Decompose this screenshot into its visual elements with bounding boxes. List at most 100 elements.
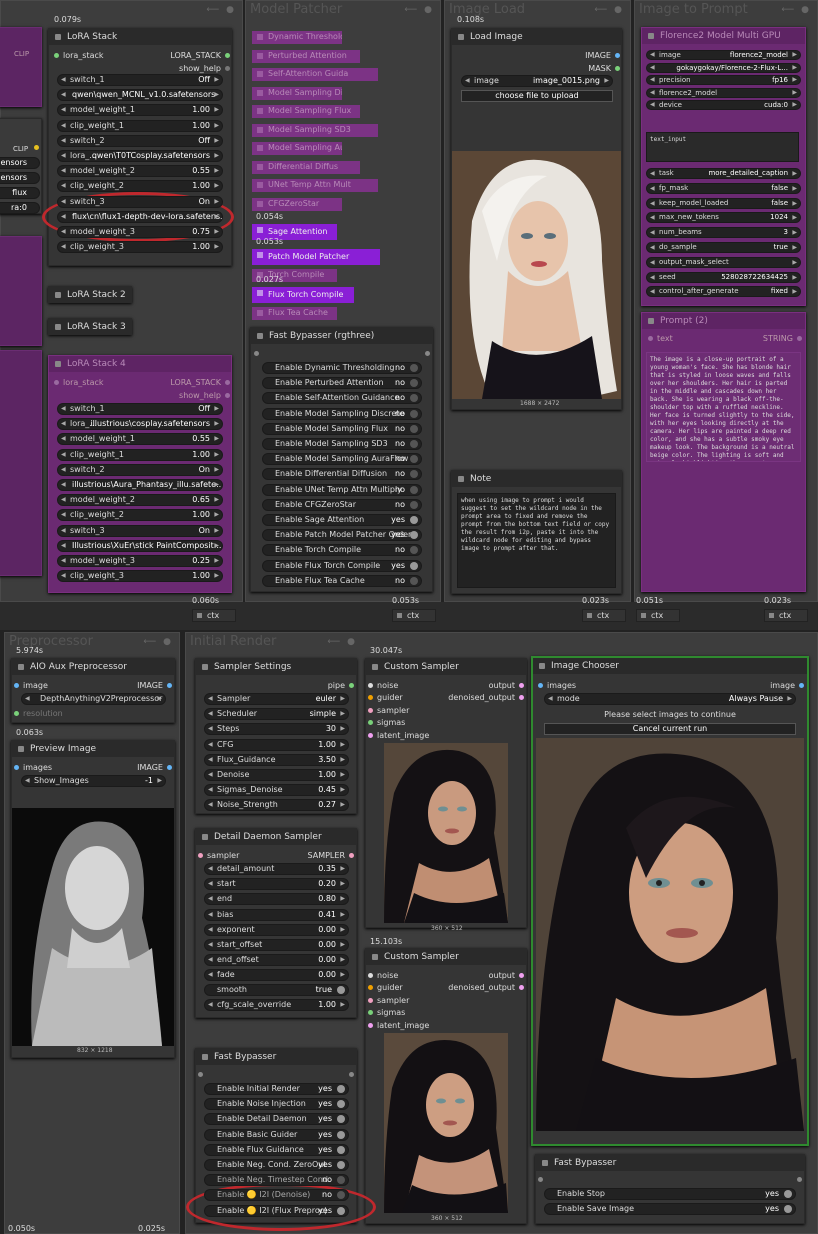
preview-in-images[interactable]: images — [14, 763, 52, 772]
ctx-node-1[interactable]: ctx — [392, 609, 436, 622]
florence-row2-5[interactable]: ◀ do_sample true ▶ — [646, 242, 801, 253]
group-icons[interactable]: ⟵ ● — [143, 637, 173, 647]
cs1-out-0[interactable]: output — [430, 681, 524, 690]
florence-row-2[interactable]: ◀ precision fp16 ▶ — [646, 75, 801, 85]
image-select[interactable]: ◀ image image_0015.png ▶ — [461, 75, 613, 87]
ctx-node-2[interactable]: ctx — [582, 609, 626, 622]
detail-widget-6[interactable]: ◀ end_offset 0.00 ▶ — [204, 954, 349, 967]
lora-stack-show-help[interactable]: show_help — [150, 64, 230, 73]
detail-widget-1[interactable]: ◀ start 0.20 ▶ — [204, 878, 349, 891]
sampler-settings-title[interactable]: Sampler Settings — [196, 659, 356, 675]
lora-widget-2[interactable]: ◀ model_weight_1 1.00 ▶ — [57, 104, 223, 117]
lora4-widget-10[interactable]: ◀ model_weight_3 0.25 ▶ — [57, 555, 223, 567]
lora-stack-output[interactable]: LORA_STACK — [150, 51, 230, 60]
custom-sampler-2-title[interactable]: Custom Sampler — [366, 949, 526, 965]
detail-widget-0[interactable]: ◀ detail_amount 0.35 ▶ — [204, 863, 349, 875]
florence2-title[interactable]: Florence2 Model Multi GPU — [642, 28, 805, 44]
florence-row2-6[interactable]: ◀ output_mask_select ▶ — [646, 256, 801, 268]
mp-bypass-toggle-0[interactable]: Enable Dynamic Thresholding no — [262, 362, 422, 374]
cs1-in-1[interactable]: guider — [368, 693, 403, 702]
cs1-in-2[interactable]: sampler — [368, 706, 409, 715]
cs1-out-1[interactable]: denoised_output — [430, 693, 524, 702]
mp-bypass-toggle-3[interactable]: Enable Model Sampling Discrete no — [262, 407, 422, 420]
lora-widget-0[interactable]: ◀ switch_1 Off ▶ — [57, 74, 223, 86]
chooser-in-images[interactable]: images — [538, 681, 576, 690]
florence-row-3[interactable]: ◀ florence2_model ▶ — [646, 87, 801, 98]
chooser-bypass-toggle-1[interactable]: Enable Save Image yes — [544, 1203, 796, 1216]
lora-stack-2-node[interactable]: LoRA Stack 2 — [48, 286, 132, 303]
mp-bypass-toggle-4[interactable]: Enable Model Sampling Flux no — [262, 422, 422, 435]
aio-preprocessor-title[interactable]: AIO Aux Preprocessor — [12, 659, 174, 675]
cs2-in-0[interactable]: noise — [368, 971, 398, 980]
mp-bypass-toggle-11[interactable]: Enable Patch Model Patcher Order yes — [262, 529, 422, 542]
mp-node-6[interactable]: Model Sampling AuraF — [252, 142, 342, 155]
group-icons[interactable]: ⟵ ● — [781, 5, 811, 15]
preprocessor-select[interactable]: ◀ DepthAnythingV2Preprocessor ▶ — [21, 693, 166, 705]
lora-stack-3-title[interactable]: LoRA Stack 3 — [49, 319, 131, 335]
sampler-widget-3[interactable]: ◀ CFG 1.00 ▶ — [204, 738, 349, 751]
mp-bypass-toggle-9[interactable]: Enable CFGZeroStar no — [262, 498, 422, 511]
ctx-node-3[interactable]: ctx — [636, 609, 680, 622]
lora-stack-input[interactable]: lora_stack — [54, 51, 104, 60]
mp-bypass-toggle-7[interactable]: Enable Differential Diffusion no — [262, 468, 422, 481]
fb-out-dot[interactable] — [425, 351, 430, 356]
mp-node-1[interactable]: Perturbed Attention — [252, 49, 360, 63]
partial-w1[interactable]: ensors — [0, 157, 40, 169]
ctx-node-4[interactable]: ctx — [764, 609, 808, 622]
lora-stack-4-show-help[interactable]: show_help — [150, 391, 230, 400]
mp-node-9[interactable]: CFGZeroStar — [252, 197, 342, 211]
chooser-mode-select[interactable]: ◀ mode Always Pause ▶ — [544, 693, 796, 705]
group-icons[interactable]: ⟵ ● — [206, 5, 236, 15]
lora-widget-3[interactable]: ◀ clip_weight_1 1.00 ▶ — [57, 119, 223, 132]
group-icons[interactable]: ⟵ ● — [404, 5, 434, 15]
florence-row2-8[interactable]: ◀ control_after_generate fixed ▶ — [646, 286, 801, 298]
mp-bypass-toggle-14[interactable]: Enable Flux Tea Cache no — [262, 574, 422, 587]
flux-tea-cache-node[interactable]: Flux Tea Cache — [252, 307, 337, 320]
mp-bypass-toggle-10[interactable]: Enable Sage Attention yes — [262, 514, 422, 526]
initial-render-group-title[interactable]: Initial Render — [190, 634, 276, 649]
prompt-caption-text[interactable]: The image is a close-up portrait of a yo… — [646, 352, 801, 462]
lora-widget-8[interactable]: ◀ switch_3 On ▶ — [57, 195, 223, 208]
mp-node-7[interactable]: Differential Diffus — [252, 160, 360, 174]
mp-node-8[interactable]: UNet Temp Attn Mult — [252, 179, 378, 192]
lora4-widget-8[interactable]: ◀ switch_3 On ▶ — [57, 524, 223, 537]
chooser-out-image[interactable]: image — [700, 681, 804, 690]
florence-row2-4[interactable]: ◀ num_beams 3 ▶ — [646, 227, 801, 239]
mp-bypass-toggle-12[interactable]: Enable Torch Compile no — [262, 544, 422, 557]
ir-bypass-toggle-7[interactable]: Enable 🟡 I2I (Denoise) no — [204, 1189, 349, 1202]
load-image-out-image[interactable]: IMAGE — [530, 51, 620, 60]
mp-node-3[interactable]: Model Sampling Discr — [252, 86, 342, 100]
florence-row-0[interactable]: ◀ image florence2_model ▶ — [646, 50, 801, 60]
sampler-widget-1[interactable]: ◀ Scheduler simple ▶ — [204, 708, 349, 721]
florence-row-4[interactable]: ◀ device cuda:0 ▶ — [646, 100, 801, 110]
lora-widget-11[interactable]: ◀ clip_weight_3 1.00 ▶ — [57, 241, 223, 254]
mp-bypass-toggle-13[interactable]: Enable Flux Torch Compile yes — [262, 559, 422, 572]
aio-resolution[interactable]: resolution — [14, 709, 63, 718]
cs2-in-2[interactable]: sampler — [368, 996, 409, 1005]
aio-in-image[interactable]: image — [14, 681, 48, 690]
florence-row2-7[interactable]: ◀ seed 528028722634425 ▶ — [646, 271, 801, 283]
mp-node-5[interactable]: Model Sampling SD3 — [252, 123, 378, 137]
lora-stack-title[interactable]: LoRA Stack — [49, 29, 231, 45]
note-text[interactable]: when using image to prompt i would sugge… — [457, 493, 616, 588]
load-image-out-mask[interactable]: MASK — [530, 64, 620, 73]
cs2-out-1[interactable]: denoised_output — [430, 983, 524, 992]
fast-bypasser-rgthree-title[interactable]: Fast Bypasser (rgthree) — [251, 328, 432, 344]
cfg-scale-override-widget[interactable]: ◀ cfg_scale_override 1.00 ▶ — [204, 999, 349, 1011]
sampler-widget-4[interactable]: ◀ Flux_Guidance 3.50 ▶ — [204, 753, 349, 766]
fb2-in-dot[interactable] — [198, 1072, 203, 1077]
detail-widget-3[interactable]: ◀ bias 0.41 ▶ — [204, 908, 349, 921]
ir-bypass-toggle-0[interactable]: Enable Initial Render yes — [204, 1083, 349, 1095]
florence-row2-1[interactable]: ◀ fp_mask false ▶ — [646, 182, 801, 194]
smooth-toggle[interactable]: smooth true — [204, 984, 349, 996]
mp-bypass-toggle-6[interactable]: Enable Model Sampling AuraFlow no — [262, 453, 422, 466]
florence2-text-input[interactable]: text_input — [646, 132, 799, 162]
mp-bypass-toggle-5[interactable]: Enable Model Sampling SD3 no — [262, 438, 422, 450]
sampler-widget-7[interactable]: ◀ Noise_Strength 0.27 ▶ — [204, 799, 349, 812]
cs2-in-3[interactable]: sigmas — [368, 1008, 405, 1017]
fast-bypasser-chooser-title[interactable]: Fast Bypasser — [536, 1155, 804, 1171]
fb3-out-dot[interactable] — [797, 1177, 802, 1182]
cs2-in-1[interactable]: guider — [368, 983, 403, 992]
mp-bypass-toggle-8[interactable]: Enable UNet Temp Attn Multiply no — [262, 483, 422, 496]
lora4-widget-0[interactable]: ◀ switch_1 Off ▶ — [57, 403, 223, 415]
